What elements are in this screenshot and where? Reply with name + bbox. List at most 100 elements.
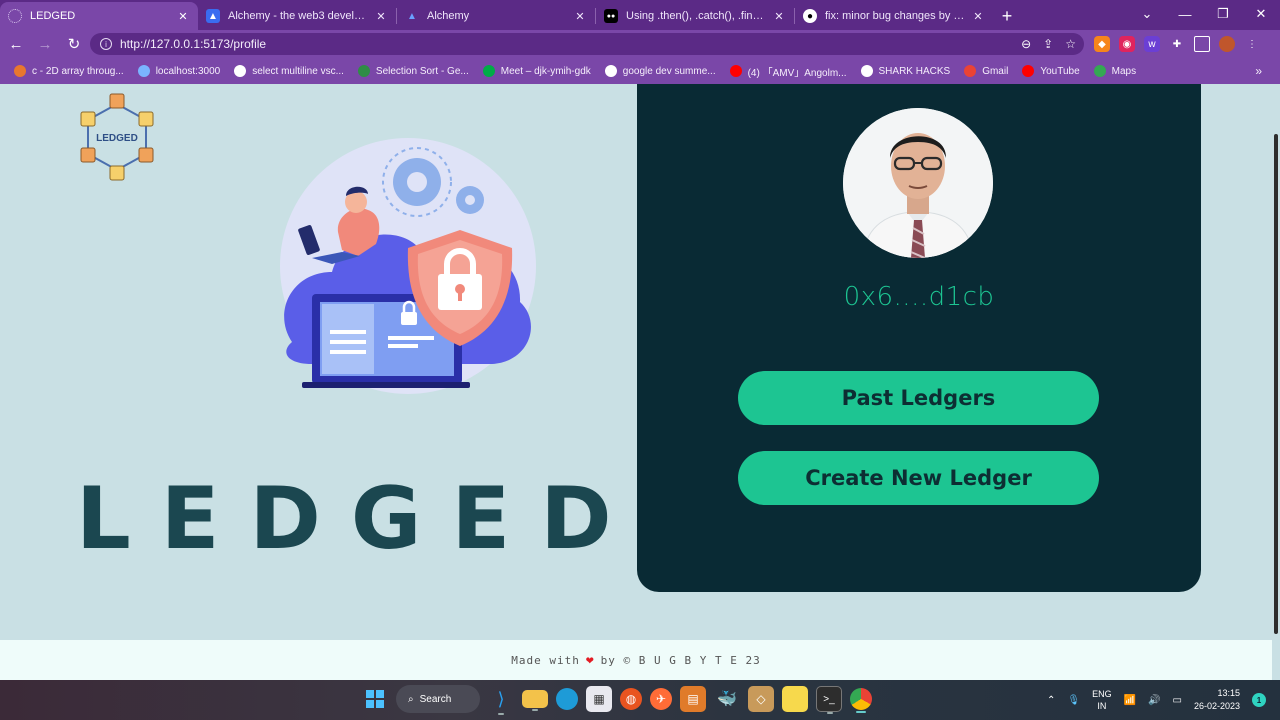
ubuntu-icon[interactable]: ◍ xyxy=(620,688,642,710)
extension-icon[interactable]: w xyxy=(1144,36,1160,52)
close-icon[interactable]: ✕ xyxy=(374,10,388,23)
puzzle-icon[interactable]: ✚ xyxy=(1169,36,1185,52)
close-icon[interactable]: ✕ xyxy=(176,10,190,23)
microphone-icon[interactable]: 🎙 xyxy=(1067,695,1080,706)
search-icon: ⌕ xyxy=(408,693,414,705)
sticky-notes-icon[interactable] xyxy=(782,686,808,712)
bookmark-item[interactable]: Gmail xyxy=(964,65,1008,77)
url-text: http://127.0.0.1:5173/profile xyxy=(120,37,267,51)
close-icon[interactable]: ✕ xyxy=(971,10,985,23)
zoom-icon[interactable]: ⊖ xyxy=(1021,37,1031,51)
address-bar[interactable]: i http://127.0.0.1:5173/profile ⊖ ⇪ ☆ xyxy=(90,33,1084,55)
profile-photo xyxy=(843,108,993,258)
bookmark-favicon-icon xyxy=(137,65,150,77)
bookmark-favicon-icon xyxy=(729,65,742,77)
window-controls: ⌄ — ❐ ✕ xyxy=(1128,0,1280,28)
bookmark-item[interactable]: SHARK HACKS xyxy=(860,65,950,77)
brand-wordmark: LEDGED xyxy=(76,469,642,569)
minimize-icon[interactable]: — xyxy=(1166,7,1204,22)
language-indicator[interactable]: ENG IN xyxy=(1092,688,1112,712)
language-code: ENG xyxy=(1092,689,1112,699)
bookmark-favicon-icon xyxy=(357,65,370,77)
store-icon[interactable]: ▦ xyxy=(586,686,612,712)
bookmark-label: Meet – djk-ymih-gdk xyxy=(500,65,591,77)
reload-icon[interactable]: ↻ xyxy=(61,31,87,57)
chevron-up-icon[interactable]: ⌃ xyxy=(1047,695,1055,706)
bookmark-label: localhost:3000 xyxy=(155,65,221,77)
info-icon[interactable]: i xyxy=(100,38,112,50)
menu-icon[interactable]: ⋮ xyxy=(1244,36,1260,52)
bookmark-item[interactable]: (4) 「AMV」Angolm... xyxy=(729,64,847,79)
windows-start-icon[interactable] xyxy=(362,686,388,712)
footer-credit: by © B U G B Y T E 23 xyxy=(600,653,761,667)
profile-card: 0x6....d1cb Past Ledgers Create New Ledg… xyxy=(637,84,1201,592)
extensions-area: ◆ ◉ w ✚ ⋮ xyxy=(1094,33,1260,55)
back-icon[interactable]: ← xyxy=(3,31,29,57)
new-tab-button[interactable]: + xyxy=(993,2,1021,30)
ledged-logo[interactable]: LEDGED xyxy=(76,92,158,184)
bookmark-item[interactable]: Selection Sort - Ge... xyxy=(357,65,469,77)
sidepanel-icon[interactable] xyxy=(1194,36,1210,52)
wallet-address: 0x6....d1cb xyxy=(843,282,995,312)
tab-github[interactable]: ● fix: minor bug changes by IRSHIT ✕ xyxy=(795,2,993,30)
bookmark-item[interactable]: select multiline vsc... xyxy=(234,65,344,77)
bookmark-item[interactable]: c - 2D array throug... xyxy=(14,65,124,77)
bookmark-star-icon[interactable]: ☆ xyxy=(1065,37,1076,51)
bookmark-label: c - 2D array throug... xyxy=(32,65,124,77)
forward-icon[interactable]: → xyxy=(32,31,58,57)
loading-icon xyxy=(8,9,22,23)
wifi-icon[interactable]: 📶 xyxy=(1124,695,1136,706)
system-tray: ⌃ 🎙 ENG IN 📶 🔊 ▭ 13:15 26-02-2023 1 xyxy=(1047,680,1266,720)
docker-icon[interactable]: 🐳 xyxy=(714,686,740,712)
close-icon[interactable]: ✕ xyxy=(772,10,786,23)
bookmarks-bar: c - 2D array throug... localhost:3000 sele… xyxy=(0,58,1280,84)
tab-strip: LEDGED ✕ ▲ Alchemy - the web3 developmen… xyxy=(0,0,1280,30)
taskbar-search[interactable]: ⌕ Search xyxy=(396,685,480,713)
bookmark-label: Maps xyxy=(1111,65,1137,77)
clock[interactable]: 13:15 26-02-2023 xyxy=(1194,687,1240,713)
more-bookmarks-button[interactable]: » xyxy=(1255,64,1262,78)
close-window-icon[interactable]: ✕ xyxy=(1242,6,1280,22)
share-icon[interactable]: ⇪ xyxy=(1043,37,1053,51)
terminal-icon[interactable]: >_ xyxy=(816,686,842,714)
battery-icon[interactable]: ▭ xyxy=(1173,695,1182,706)
bookmark-item[interactable]: localhost:3000 xyxy=(137,65,221,77)
bookmark-item[interactable]: Meet – djk-ymih-gdk xyxy=(482,65,591,77)
create-ledger-button[interactable]: Create New Ledger xyxy=(738,451,1099,505)
tab-title: Alchemy - the web3 developmen xyxy=(228,10,368,22)
tab-alchemy[interactable]: ▲ Alchemy ✕ xyxy=(397,2,595,30)
tab-search-icon[interactable]: ⌄ xyxy=(1128,6,1166,22)
past-ledgers-button[interactable]: Past Ledgers xyxy=(738,371,1099,425)
file-explorer-icon[interactable] xyxy=(522,690,548,711)
close-icon[interactable]: ✕ xyxy=(573,10,587,23)
bookmark-item[interactable]: YouTube xyxy=(1022,65,1080,77)
chrome-icon[interactable] xyxy=(850,688,872,713)
tab-title: Alchemy xyxy=(427,10,470,22)
bookmark-favicon-icon xyxy=(14,65,26,77)
page-content: LEDGED LEDGED 0x6....d1cb Past Ledgers C… xyxy=(0,84,1280,680)
package-icon[interactable]: ◇ xyxy=(748,686,774,712)
notification-badge[interactable]: 1 xyxy=(1252,693,1266,707)
browser-toolbar: ← → ↻ i http://127.0.0.1:5173/profile ⊖ … xyxy=(0,30,1280,58)
bookmark-item[interactable]: Maps xyxy=(1093,65,1137,77)
sublime-icon[interactable]: ▤ xyxy=(680,686,706,712)
logo-text: LEDGED xyxy=(96,133,138,144)
extension-icon[interactable]: ◉ xyxy=(1119,36,1135,52)
tab-title: fix: minor bug changes by IRSHIT xyxy=(825,10,965,22)
tab-ledged[interactable]: LEDGED ✕ xyxy=(0,2,198,30)
postman-icon[interactable]: ✈ xyxy=(650,688,672,710)
tab-alchemy-docs[interactable]: ▲ Alchemy - the web3 developmen ✕ xyxy=(198,2,396,30)
github-icon: ● xyxy=(803,9,817,23)
vscode-icon[interactable]: ⟩ xyxy=(488,686,514,715)
tab-promises[interactable]: ●● Using .then(), .catch(), .finally() t… xyxy=(596,2,794,30)
volume-icon[interactable]: 🔊 xyxy=(1148,695,1160,706)
bookmark-item[interactable]: google dev summe... xyxy=(604,65,716,77)
metamask-icon[interactable]: ◆ xyxy=(1094,36,1110,52)
scrollbar[interactable] xyxy=(1272,134,1280,634)
restore-icon[interactable]: ❐ xyxy=(1204,6,1242,22)
heart-icon: ❤ xyxy=(585,652,595,668)
edge-icon[interactable] xyxy=(556,688,578,710)
profile-avatar-icon[interactable] xyxy=(1219,36,1235,52)
clock-time: 13:15 xyxy=(1217,688,1240,698)
taskbar-apps: ⌕ Search ⟩ ▦ ◍ ✈ ▤ 🐳 ◇ >_ xyxy=(362,685,872,715)
